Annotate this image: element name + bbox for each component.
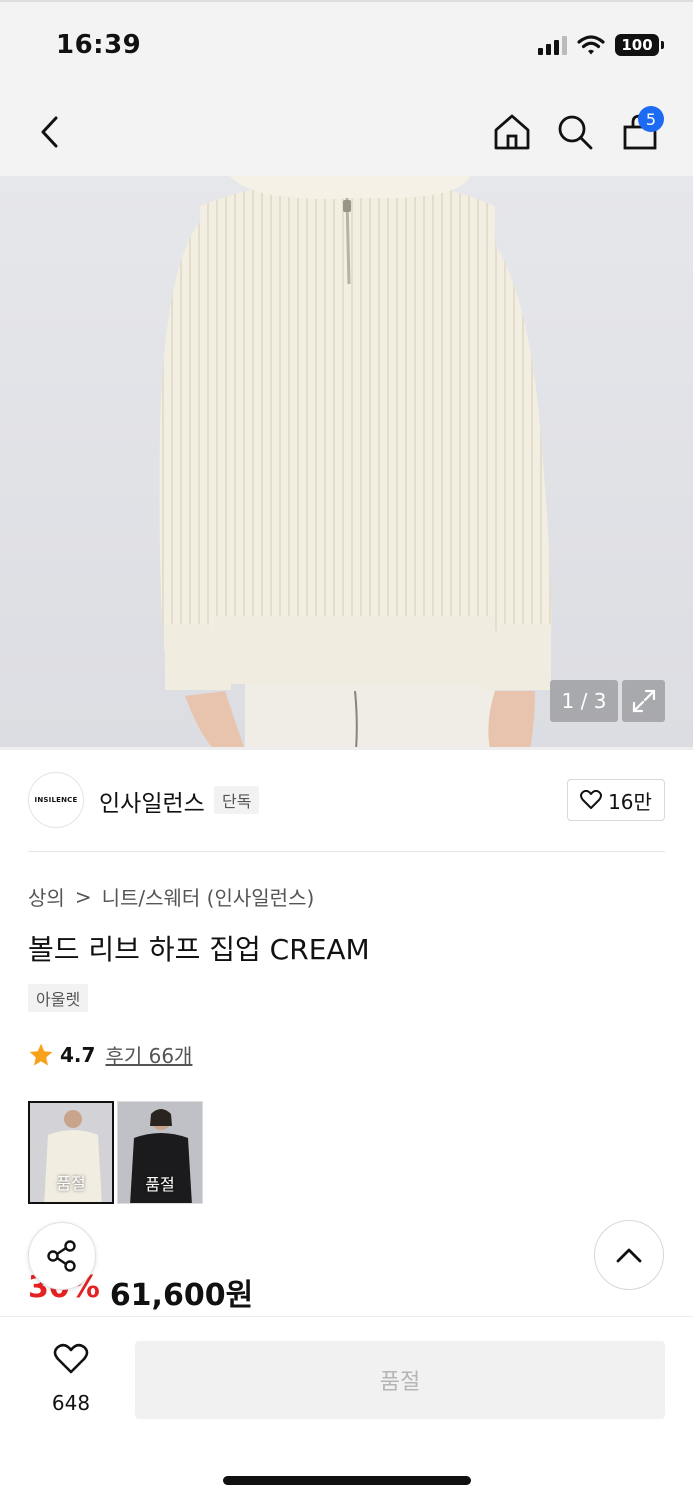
breadcrumb: 상의 > 니트/스웨터 (인사일런스) [28, 882, 314, 911]
heart-icon [580, 790, 603, 809]
soldout-label: 품절 [56, 1174, 86, 1193]
cart-button[interactable]: 5 [614, 106, 666, 158]
image-counter: 1 / 3 [550, 680, 618, 722]
home-indicator [223, 1476, 471, 1485]
bottom-action-bar: 648 품절 [0, 1316, 693, 1500]
product-title: 볼드 리브 하프 집업 CREAM [28, 933, 370, 966]
reviews-link[interactable]: 후기 66개 [105, 1040, 192, 1069]
expand-button[interactable] [622, 680, 665, 722]
outlet-tag: 아울렛 [28, 984, 89, 1012]
share-icon [47, 1240, 76, 1272]
sale-price: 61,600원 [109, 1278, 254, 1313]
rating-row: 4.7 후기 66개 [28, 1040, 192, 1069]
brand-like-button[interactable]: 16만 [567, 779, 665, 821]
color-option-cream[interactable]: 품절 [28, 1101, 114, 1204]
scroll-top-button[interactable] [594, 1220, 664, 1290]
brand-like-count: 16만 [608, 789, 652, 814]
brand-row: INSILENCE 인사일런스 단독 16만 [28, 772, 665, 830]
exclusive-badge: 단독 [214, 786, 260, 814]
breadcrumb-separator: > [74, 884, 92, 909]
cart-count-badge: 5 [638, 106, 664, 132]
soldout-label: 품절 [145, 1175, 175, 1194]
product-image[interactable] [0, 176, 693, 750]
sweater-photo [159, 176, 552, 747]
star-icon [29, 1043, 53, 1066]
wishlist-count: 648 [51, 1391, 91, 1415]
breadcrumb-subcategory[interactable]: 니트/스웨터 (인사일런스) [102, 882, 315, 911]
wifi-icon [577, 35, 605, 55]
top-nav-bar: 5 [0, 88, 693, 176]
battery-icon: 100 [615, 34, 664, 56]
soldout-button[interactable]: 품절 [135, 1341, 665, 1419]
wishlist-button[interactable]: 648 [30, 1343, 112, 1415]
status-icons: 100 [538, 32, 664, 58]
signal-icon [538, 35, 567, 55]
share-button[interactable] [28, 1222, 96, 1290]
status-time: 16:39 [56, 30, 142, 60]
status-bar: 16:39 100 [0, 0, 693, 88]
brand-logo[interactable]: INSILENCE [28, 772, 84, 828]
heart-icon [53, 1343, 89, 1374]
color-option-black[interactable]: 품절 [117, 1101, 203, 1204]
search-button[interactable] [549, 106, 601, 158]
expand-icon [632, 689, 655, 713]
breadcrumb-category[interactable]: 상의 [28, 882, 65, 911]
rating-score: 4.7 [60, 1042, 96, 1067]
back-button[interactable] [24, 106, 76, 158]
brand-name[interactable]: 인사일런스 [99, 784, 205, 818]
chevron-left-icon [41, 116, 58, 148]
divider [28, 851, 665, 852]
search-icon [558, 115, 593, 150]
home-icon [494, 114, 530, 150]
home-button[interactable] [486, 106, 538, 158]
chevron-up-icon [616, 1248, 642, 1263]
